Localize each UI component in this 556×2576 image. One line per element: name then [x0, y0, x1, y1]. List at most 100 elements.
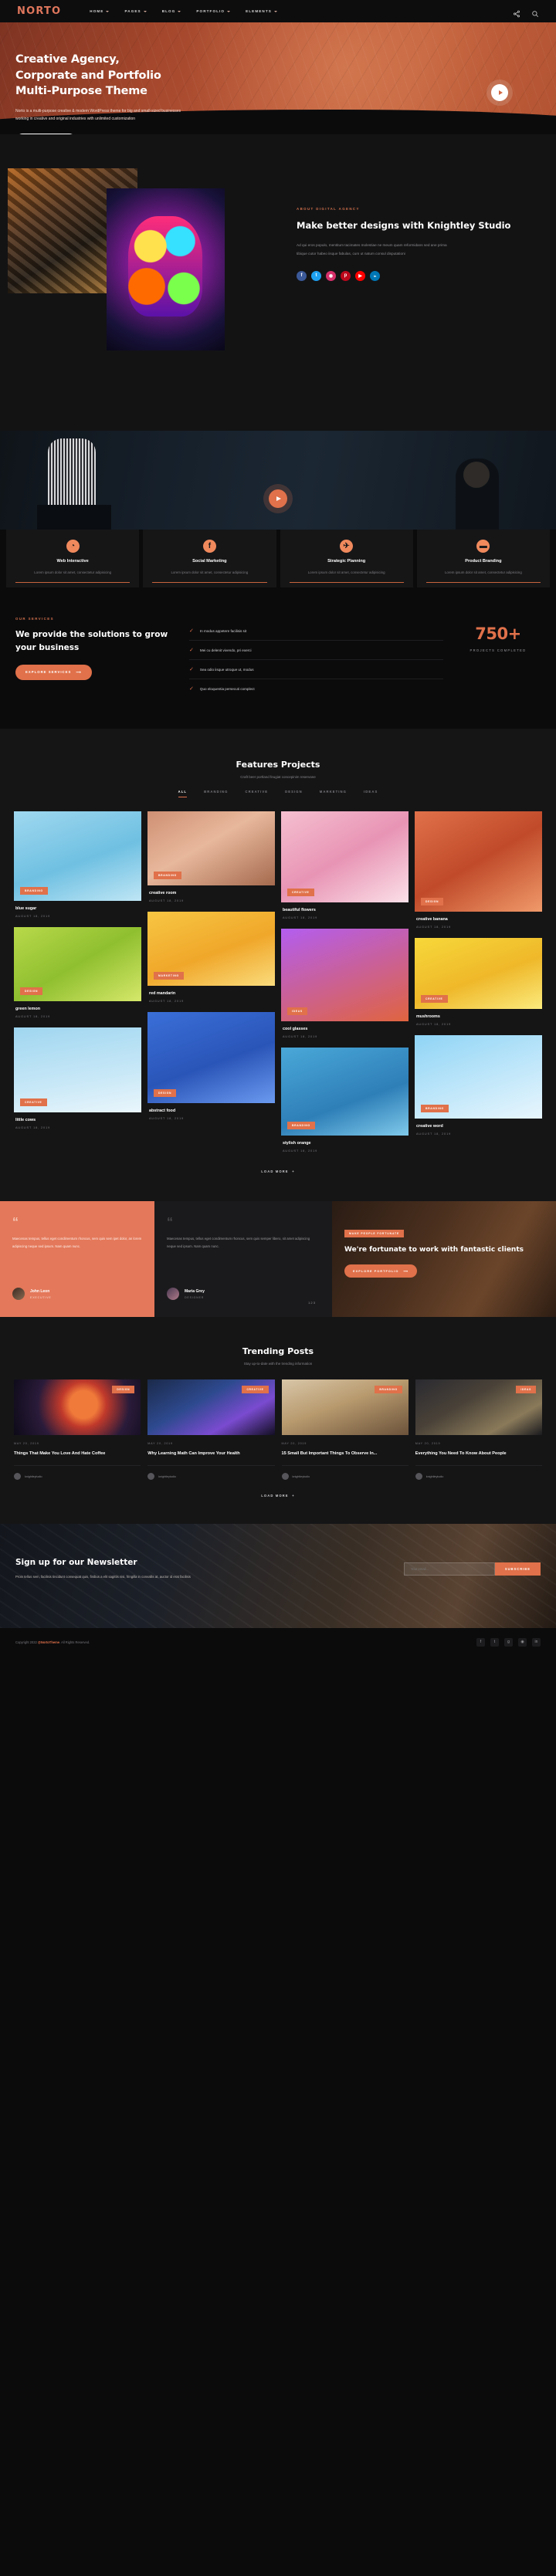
portfolio-item[interactable]: Design abstract food August 18, 2019	[147, 1012, 275, 1123]
blog-title[interactable]: Things That Make You Love And Hate Coffe…	[14, 1450, 141, 1457]
check-icon: ✓	[189, 648, 194, 654]
explore-services-button[interactable]: Explore Services ⟶	[15, 664, 92, 680]
portfolio-thumbnail[interactable]: Design	[147, 1012, 275, 1104]
portfolio-thumbnail[interactable]: Creative	[281, 811, 409, 903]
portfolio-tag: Creative	[421, 995, 448, 1004]
newsletter-email-input[interactable]	[403, 1562, 495, 1576]
site-header: NORTO Home Pages Blog Portfolio Elements	[0, 0, 556, 22]
portfolio-meta: abstract food August 18, 2019	[147, 1103, 275, 1123]
blog-date: May 20, 2019	[147, 1442, 173, 1446]
service-card-1[interactable]: f Social Marketing Lorem ipsum dolor sit a…	[143, 530, 276, 588]
about-images	[8, 168, 278, 400]
rocket-icon: ✈	[340, 540, 354, 553]
testimonial-pager[interactable]: 1 2 3	[308, 1301, 315, 1305]
portfolio-meta: creative room August 18, 2019	[147, 885, 275, 905]
blog-card-2[interactable]: Branding May 20, 2019 15 Small But Importa…	[281, 1379, 409, 1481]
portfolio-item[interactable]: Creative mushrooms August 18, 2019	[415, 938, 542, 1029]
play-triangle-icon	[276, 496, 281, 501]
portfolio-filter-branding[interactable]: Branding	[204, 790, 228, 797]
service-title: Strategic Planning	[327, 559, 366, 564]
nav-item-home[interactable]: Home	[90, 9, 110, 13]
site-logo[interactable]: NORTO	[17, 5, 61, 17]
portfolio-item[interactable]: Branding creative word August 18, 2019	[415, 1035, 542, 1139]
instagram-icon[interactable]: ◉	[326, 270, 336, 281]
testimonial-author-role-2: Designer	[185, 1295, 205, 1299]
blog-thumbnail[interactable]: Creative	[147, 1379, 275, 1436]
portfolio-thumbnail[interactable]: Creative	[415, 938, 542, 1010]
video-play-button[interactable]	[269, 489, 287, 508]
filter-label: Creative	[245, 790, 269, 794]
about-section: About Digital Agency Make better designs…	[0, 134, 556, 431]
portfolio-thumbnail[interactable]: Marketing	[147, 912, 275, 987]
portfolio-thumbnail[interactable]: Branding	[415, 1035, 542, 1119]
portfolio-meta: creative word August 18, 2019	[415, 1119, 542, 1139]
linkedin-icon[interactable]: in	[370, 270, 380, 281]
facebook-icon[interactable]: f	[297, 270, 307, 281]
youtube-icon[interactable]: ▶	[355, 270, 365, 281]
portfolio-thumbnail[interactable]: Creative	[14, 1027, 141, 1113]
portfolio-item[interactable]: Branding stylish orange August 18, 2019	[281, 1048, 409, 1156]
portfolio-filter-creative[interactable]: Creative	[245, 790, 268, 797]
blog-title[interactable]: 15 Small But Important Things To Observe…	[282, 1450, 409, 1457]
blog-title[interactable]: Everything You Need To Know About People	[415, 1450, 542, 1457]
blog-title[interactable]: Why Learning Math Can Improve Your Healt…	[147, 1450, 274, 1457]
copyright-brand[interactable]: @NortoTheme	[38, 1640, 59, 1644]
service-card-0[interactable]: ◔ Web Interactive Lorem ipsum dolor sit am…	[6, 530, 140, 588]
nav-item-blog[interactable]: Blog	[162, 9, 181, 13]
instagram-icon[interactable]: ◉	[518, 1637, 527, 1647]
share-icon[interactable]	[513, 8, 520, 17]
avatar	[14, 1473, 21, 1481]
about-eyebrow: About Digital Agency	[297, 207, 360, 211]
portfolio-item-title: red mandarin	[149, 991, 176, 997]
newsletter-subscribe-button[interactable]: Subscribe	[494, 1562, 541, 1576]
portfolio-item[interactable]: Creative beautiful flowers August 18, 2019	[281, 811, 409, 922]
explore-portfolio-button[interactable]: Explore Portfolio ⟶	[344, 1264, 417, 1278]
portfolio-item[interactable]: Branding creative room August 18, 2019	[147, 811, 275, 905]
nav-item-pages[interactable]: Pages	[124, 9, 147, 13]
portfolio-thumbnail[interactable]: Ideas	[281, 929, 409, 1022]
portfolio-thumbnail[interactable]: Branding	[147, 811, 275, 886]
portfolio-filter-all[interactable]: All	[178, 790, 188, 798]
hero-play-button[interactable]	[491, 84, 508, 101]
blog-card-1[interactable]: Creative May 20, 2019 Why Learning Math Ca…	[147, 1379, 275, 1481]
linkedin-icon[interactable]: in	[532, 1637, 541, 1647]
blog-card-3[interactable]: Ideas May 20, 2019 Everything You Need To …	[415, 1379, 542, 1481]
service-card-2[interactable]: ✈ Strategic Planning Lorem ipsum dolor sit…	[280, 530, 413, 588]
portfolio-item[interactable]: Creative little cows August 18, 2019	[14, 1027, 141, 1132]
blog-thumbnail[interactable]: Branding	[281, 1379, 409, 1436]
portfolio-filter-ideas[interactable]: Ideas	[364, 790, 378, 797]
portfolio-item[interactable]: Design green lemon August 18, 2019	[14, 927, 141, 1021]
portfolio-thumbnail[interactable]: Design	[415, 811, 542, 912]
portfolio-item[interactable]: Marketing red mandarin August 18, 2019	[147, 912, 275, 1006]
service-card-3[interactable]: ▬ Product Branding Lorem ipsum dolor sit a…	[416, 530, 550, 588]
portfolio-thumbnail[interactable]: Branding	[281, 1048, 409, 1136]
service-underline	[425, 582, 541, 584]
portfolio-item[interactable]: Ideas cool glasses August 18, 2019	[281, 929, 409, 1041]
blog-thumbnail[interactable]: Ideas	[415, 1379, 542, 1436]
newsletter-section: Sign up for our Newsletter Proin tellus …	[0, 1524, 556, 1629]
nav-item-portfolio[interactable]: Portfolio	[196, 9, 231, 13]
nav-item-elements[interactable]: Elements	[246, 9, 277, 13]
promo-title: We're fortunate to work with fantastic c…	[344, 1246, 524, 1254]
pinterest-icon[interactable]: p	[341, 270, 351, 281]
twitter-icon[interactable]: t	[311, 270, 321, 281]
portfolio-load-more-button[interactable]: Load More +	[14, 1170, 542, 1173]
chevron-down-icon	[227, 10, 231, 12]
blog-thumbnail[interactable]: Design	[14, 1379, 141, 1436]
portfolio-thumbnail[interactable]: Design	[14, 927, 141, 1002]
blog-date: May 20, 2019	[14, 1442, 39, 1446]
twitter-icon[interactable]: t	[490, 1637, 499, 1647]
search-icon[interactable]	[531, 8, 539, 17]
about-title: Make better designs with Knightley Studi…	[297, 220, 511, 231]
blog-card-0[interactable]: Design May 20, 2019 Things That Make You L…	[14, 1379, 141, 1481]
google-icon[interactable]: g	[504, 1637, 513, 1647]
facebook-icon[interactable]: f	[476, 1637, 485, 1647]
portfolio-tag: Marketing	[154, 972, 184, 980]
portfolio-filter-marketing[interactable]: Marketing	[320, 790, 347, 797]
portfolio-filter-design[interactable]: Design	[285, 790, 303, 797]
portfolio-meta: red mandarin August 18, 2019	[147, 986, 275, 1006]
portfolio-thumbnail[interactable]: Branding	[14, 811, 141, 902]
portfolio-item[interactable]: Design creative banana August 18, 2019	[415, 811, 542, 932]
portfolio-item[interactable]: Branding blue sugar August 18, 2019	[14, 811, 141, 921]
trending-load-more-button[interactable]: Load More +	[14, 1494, 542, 1498]
